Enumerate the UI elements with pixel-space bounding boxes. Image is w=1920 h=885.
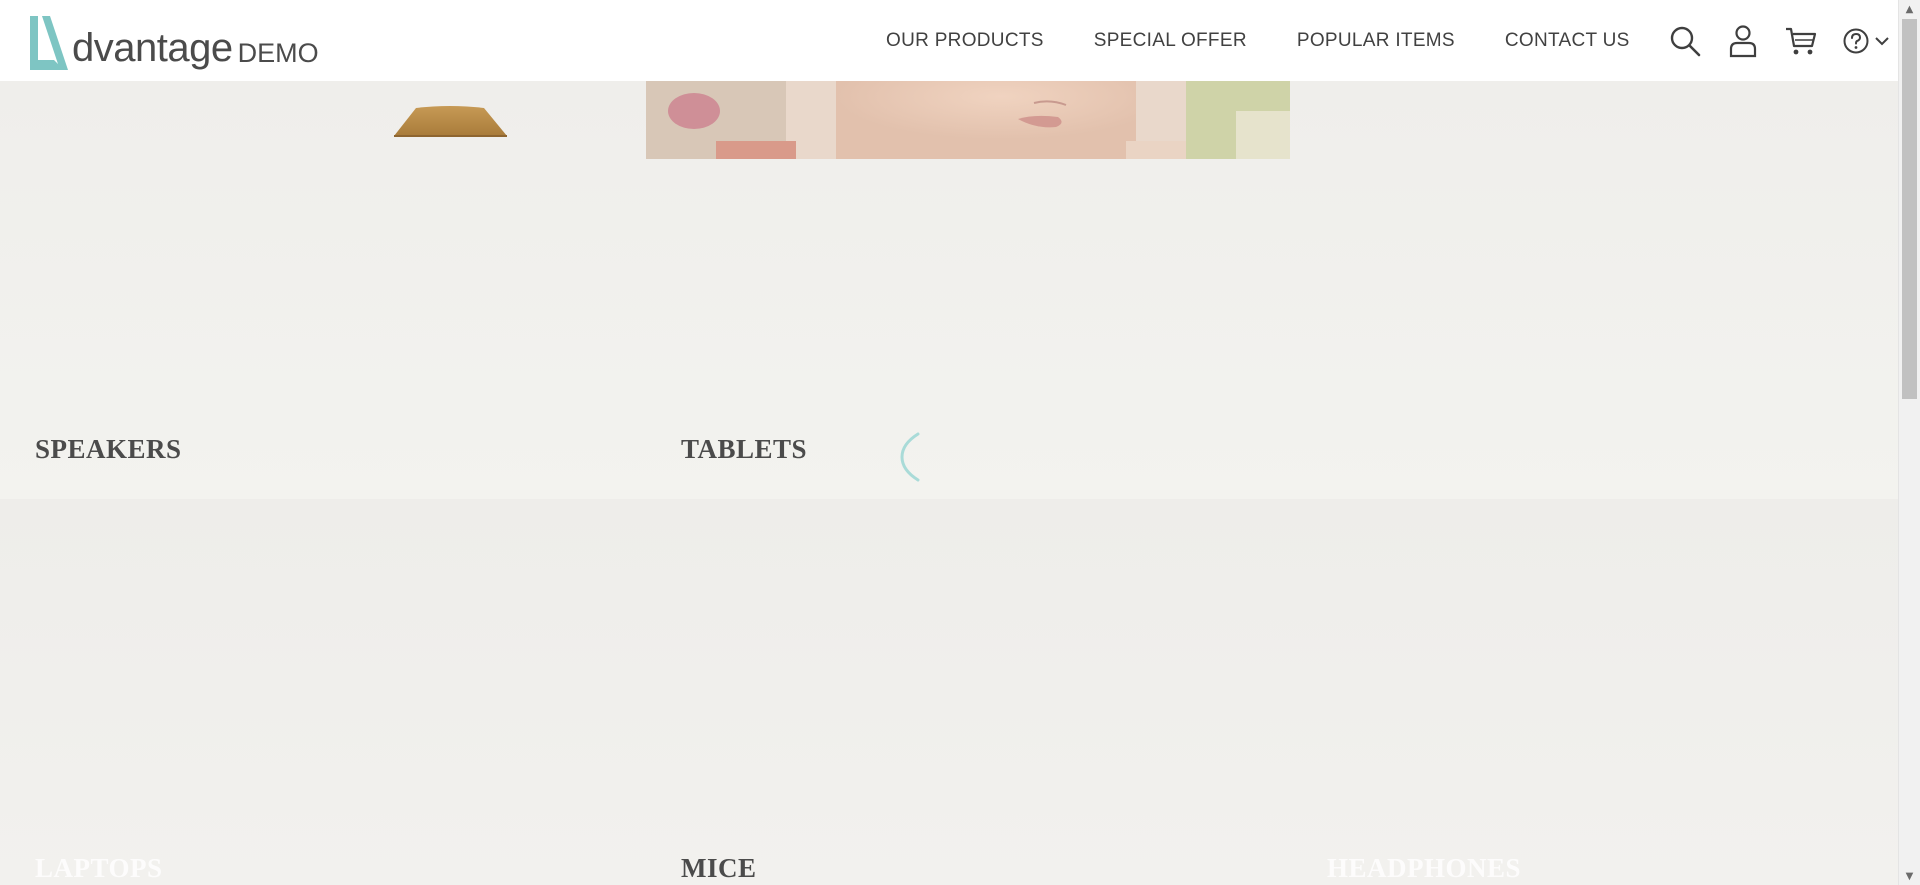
help-icon xyxy=(1843,28,1869,53)
loading-spinner-icon xyxy=(900,432,920,482)
logo-mark-icon xyxy=(30,16,68,70)
logo-word: dvantage xyxy=(72,26,233,70)
cart-icon xyxy=(1785,27,1816,54)
nav-contact-us[interactable]: CONTACT US xyxy=(1505,30,1630,52)
search-button[interactable] xyxy=(1668,24,1702,58)
search-icon xyxy=(1670,26,1700,56)
category-speakers[interactable]: SPEAKERS xyxy=(35,434,182,465)
category-headphones[interactable]: HEADPHONES xyxy=(1327,853,1521,884)
category-mice[interactable]: MICE xyxy=(681,853,757,884)
category-tablets[interactable]: TABLETS xyxy=(681,434,807,465)
help-menu-button[interactable] xyxy=(1842,27,1890,55)
scroll-down-arrow-icon[interactable]: ▼ xyxy=(1899,867,1920,885)
category-laptops[interactable]: LAPTOPS xyxy=(35,853,163,884)
nav-our-products[interactable]: OUR PRODUCTS xyxy=(886,30,1044,52)
main-nav: OUR PRODUCTS SPECIAL OFFER POPULAR ITEMS… xyxy=(886,0,1890,81)
logo[interactable]: dvantage DEMO xyxy=(28,12,319,72)
scroll-up-arrow-icon[interactable]: ▲ xyxy=(1899,0,1920,18)
tablets-product-image[interactable] xyxy=(646,81,1290,159)
user-button[interactable] xyxy=(1726,24,1760,58)
category-section-bottom: LAPTOPS MICE HEADPHONES xyxy=(0,499,1898,885)
nav-popular-items[interactable]: POPULAR ITEMS xyxy=(1297,30,1455,52)
hero-photo-art xyxy=(646,81,1290,159)
category-section-top: SPEAKERS TABLETS xyxy=(0,81,1898,499)
cart-button[interactable] xyxy=(1784,24,1818,58)
logo-suffix: DEMO xyxy=(237,38,319,68)
speaker-product-image[interactable] xyxy=(394,106,507,138)
scrollbar-thumb[interactable] xyxy=(1902,19,1917,399)
user-icon xyxy=(1729,24,1756,57)
page-scrollbar[interactable]: ▲ ▼ xyxy=(1898,0,1920,885)
chevron-down-icon xyxy=(1874,36,1889,45)
nav-special-offer[interactable]: SPECIAL OFFER xyxy=(1094,30,1247,52)
site-header: dvantage DEMO OUR PRODUCTS SPECIAL OFFER… xyxy=(0,0,1898,81)
